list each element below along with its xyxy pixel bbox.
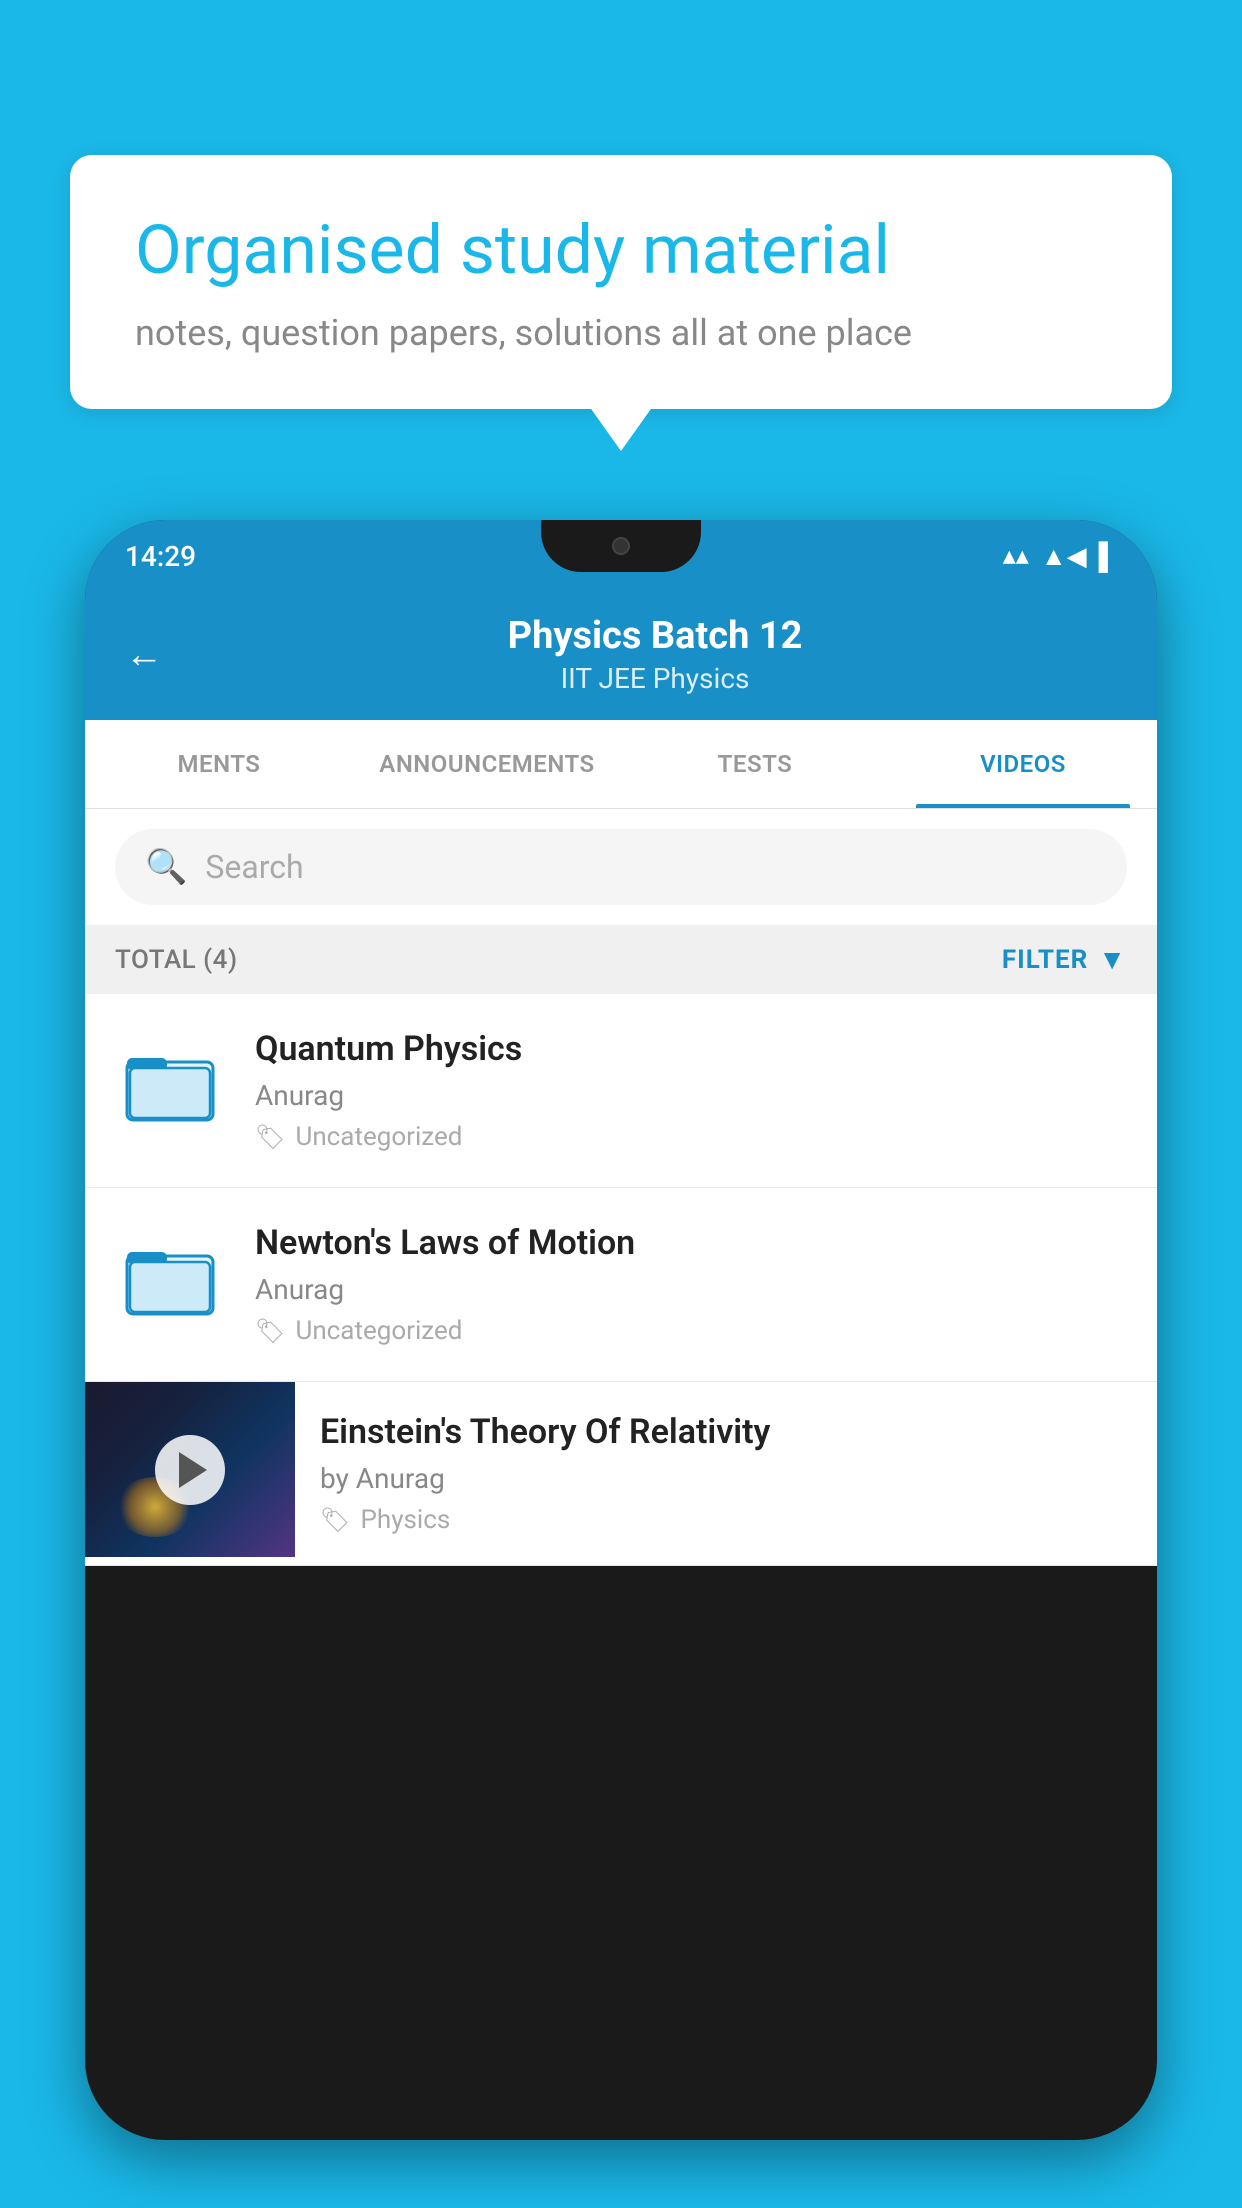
app-header: ← Physics Batch 12 IIT JEE Physics — [85, 592, 1157, 720]
status-time: 14:29 — [125, 540, 196, 573]
video-thumb-2 — [115, 1223, 225, 1333]
tag-icon-1: 🏷 — [255, 1123, 285, 1151]
video-tag-3: 🏷 Physics — [320, 1505, 1132, 1535]
wifi-icon: ▴▴ — [1003, 541, 1029, 571]
video-tag-1: 🏷 Uncategorized — [255, 1122, 1127, 1152]
filter-button[interactable]: FILTER ▼ — [1002, 943, 1127, 976]
play-triangle — [179, 1452, 207, 1488]
status-bar: 14:29 ▴▴ ▲◀ ▌ — [85, 520, 1157, 592]
video-info-1: Quantum Physics Anurag 🏷 Uncategorized — [255, 1029, 1127, 1152]
tab-videos[interactable]: VIDEOS — [889, 720, 1157, 808]
video-tag-2: 🏷 Uncategorized — [255, 1316, 1127, 1346]
filter-icon: ▼ — [1098, 943, 1127, 976]
signal-icon: ▲◀ — [1041, 541, 1087, 572]
batch-subtitle: IIT JEE Physics — [193, 662, 1117, 695]
video-thumbnail-3 — [85, 1382, 295, 1557]
video-title-1: Quantum Physics — [255, 1029, 1127, 1069]
tabs-bar: MENTS ANNOUNCEMENTS TESTS VIDEOS — [85, 720, 1157, 809]
tab-tests[interactable]: TESTS — [621, 720, 889, 808]
play-button-icon[interactable] — [155, 1435, 225, 1505]
list-item[interactable]: Einstein's Theory Of Relativity by Anura… — [85, 1382, 1157, 1566]
speech-bubble-subtitle: notes, question papers, solutions all at… — [135, 312, 1107, 354]
speech-bubble: Organised study material notes, question… — [70, 155, 1172, 409]
phone-wrapper: 14:29 ▴▴ ▲◀ ▌ ← Physics Batch 12 IIT JEE… — [85, 520, 1157, 2208]
folder-icon — [125, 1039, 215, 1129]
folder-icon — [125, 1233, 215, 1323]
status-icons: ▴▴ ▲◀ ▌ — [1003, 541, 1117, 572]
phone-body: 14:29 ▴▴ ▲◀ ▌ ← Physics Batch 12 IIT JEE… — [85, 520, 1157, 2140]
header-title-area: Physics Batch 12 IIT JEE Physics — [193, 614, 1117, 695]
search-placeholder: Search — [205, 848, 303, 886]
filter-bar: TOTAL (4) FILTER ▼ — [85, 925, 1157, 994]
video-title-3: Einstein's Theory Of Relativity — [320, 1412, 1132, 1452]
speech-bubble-container: Organised study material notes, question… — [70, 155, 1172, 409]
tag-icon-3: 🏷 — [320, 1506, 350, 1534]
video-author-3: by Anurag — [320, 1462, 1132, 1495]
speech-bubble-title: Organised study material — [135, 210, 1107, 292]
batch-title: Physics Batch 12 — [193, 614, 1117, 658]
video-author-2: Anurag — [255, 1273, 1127, 1306]
tab-announcements[interactable]: ANNOUNCEMENTS — [353, 720, 621, 808]
video-info-3: Einstein's Theory Of Relativity by Anura… — [295, 1382, 1157, 1565]
list-item[interactable]: Quantum Physics Anurag 🏷 Uncategorized — [85, 994, 1157, 1188]
video-list: Quantum Physics Anurag 🏷 Uncategorized — [85, 994, 1157, 1566]
phone-notch — [541, 520, 701, 572]
search-container: 🔍 Search — [85, 809, 1157, 925]
battery-icon: ▌ — [1099, 541, 1117, 572]
video-author-1: Anurag — [255, 1079, 1127, 1112]
list-item[interactable]: Newton's Laws of Motion Anurag 🏷 Uncateg… — [85, 1188, 1157, 1382]
search-box[interactable]: 🔍 Search — [115, 829, 1127, 905]
video-info-2: Newton's Laws of Motion Anurag 🏷 Uncateg… — [255, 1223, 1127, 1346]
video-title-2: Newton's Laws of Motion — [255, 1223, 1127, 1263]
search-icon: 🔍 — [145, 847, 187, 887]
filter-label: FILTER — [1002, 945, 1088, 975]
camera-dot — [612, 537, 630, 555]
tag-icon-2: 🏷 — [255, 1317, 285, 1345]
video-thumb-1 — [115, 1029, 225, 1139]
back-button[interactable]: ← — [125, 633, 163, 677]
total-count: TOTAL (4) — [115, 945, 238, 975]
tab-ments[interactable]: MENTS — [85, 720, 353, 808]
